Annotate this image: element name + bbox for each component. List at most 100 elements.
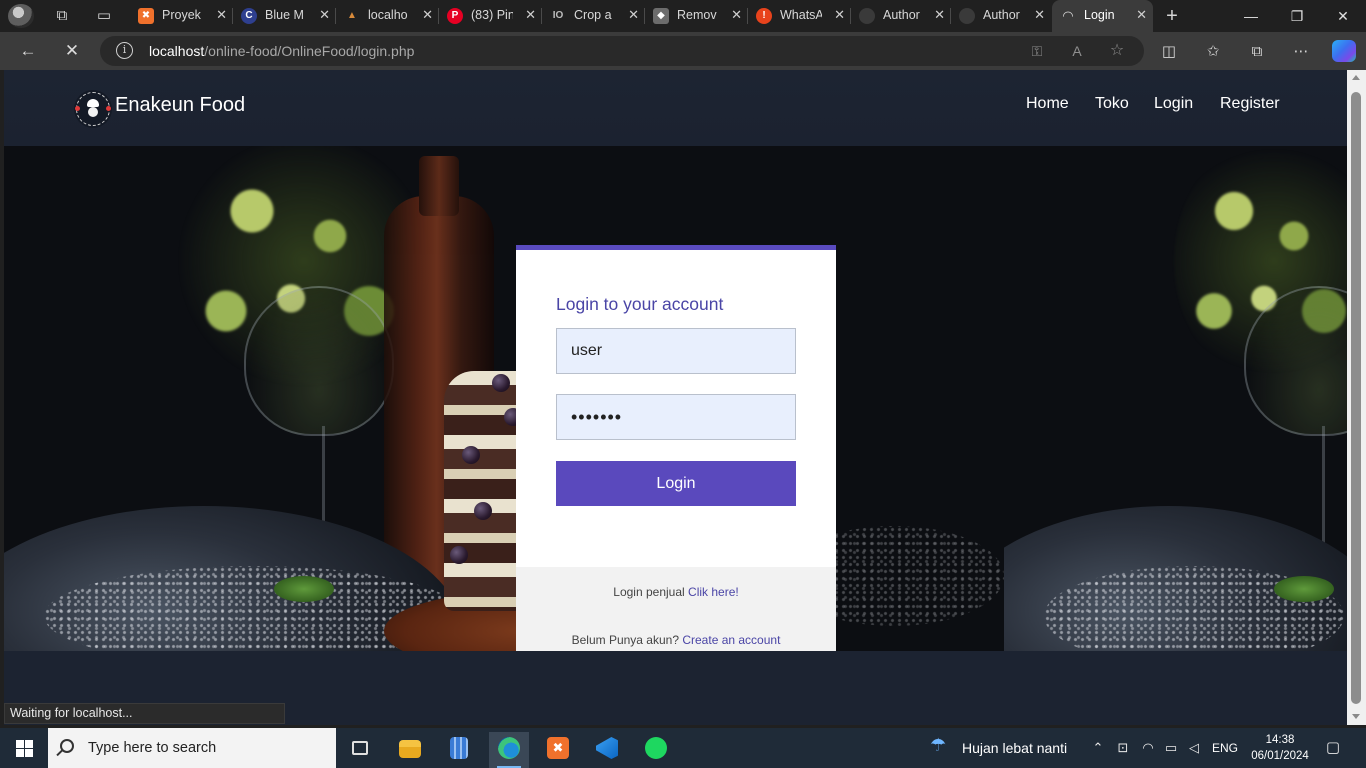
search-icon xyxy=(60,739,74,753)
file-explorer-button[interactable] xyxy=(390,732,430,768)
nav-home[interactable]: Home xyxy=(1026,95,1069,113)
site-logo[interactable] xyxy=(74,90,112,128)
login-button[interactable]: Login xyxy=(556,461,796,506)
favorite-star-icon[interactable]: ☆ xyxy=(1108,42,1126,60)
scroll-down-icon[interactable] xyxy=(1352,714,1360,719)
vscode-icon xyxy=(596,737,618,759)
close-tab-icon[interactable]: ✕ xyxy=(934,7,945,23)
background-photo-repeat xyxy=(1004,146,1347,651)
loading-spinner-icon: ◠ xyxy=(1063,8,1073,23)
close-tab-icon[interactable]: ✕ xyxy=(1136,7,1147,23)
tab-0[interactable]: ✖ Proyek ✕ xyxy=(130,0,233,32)
nav-toko[interactable]: Toko xyxy=(1095,95,1129,113)
tab-title: (83) Pin xyxy=(471,8,513,22)
alert-icon: ! xyxy=(756,8,772,24)
meet-now-icon[interactable]: ⊡ xyxy=(1115,740,1131,756)
close-tab-icon[interactable]: ✕ xyxy=(319,7,330,23)
username-input[interactable] xyxy=(556,328,796,374)
tab-title: localho xyxy=(368,8,408,22)
chef-icon xyxy=(86,99,100,119)
scroll-thumb[interactable] xyxy=(1351,92,1361,704)
tab-title: WhatsA xyxy=(780,8,822,22)
weather-rain-icon[interactable]: ☂ xyxy=(930,736,946,754)
scroll-up-icon[interactable] xyxy=(1352,75,1360,80)
seller-login-link[interactable]: Clik here! xyxy=(688,585,739,599)
close-tab-icon[interactable]: ✕ xyxy=(422,7,433,23)
close-tab-icon[interactable]: ✕ xyxy=(628,7,639,23)
site-brand[interactable]: Enakeun Food xyxy=(115,94,245,117)
close-tab-icon[interactable]: ✕ xyxy=(216,7,227,23)
tab-active[interactable]: ◠ Login ✕ xyxy=(1052,0,1153,32)
calculator-button[interactable] xyxy=(439,732,479,768)
tab-6[interactable]: ! WhatsA ✕ xyxy=(748,0,851,32)
nav-login[interactable]: Login xyxy=(1154,95,1193,113)
url-text[interactable]: localhost/online-food/OnlineFood/login.p… xyxy=(149,43,414,59)
close-tab-icon[interactable]: ✕ xyxy=(1034,7,1045,23)
close-tab-icon[interactable]: ✕ xyxy=(731,7,742,23)
tab-8[interactable]: Author ✕ xyxy=(951,0,1051,32)
clock-time: 14:38 xyxy=(1265,734,1295,746)
xampp-icon: ✖ xyxy=(138,8,154,24)
tab-7[interactable]: Author ✕ xyxy=(851,0,951,32)
nav-register[interactable]: Register xyxy=(1220,95,1280,113)
edge-button[interactable] xyxy=(489,732,529,768)
key-icon[interactable]: ⚿ xyxy=(1028,42,1046,60)
password-input[interactable] xyxy=(556,394,796,440)
taskbar-search[interactable]: Type here to search xyxy=(48,728,336,768)
close-tab-icon[interactable]: ✕ xyxy=(834,7,845,23)
back-button[interactable]: ← xyxy=(16,40,40,62)
tab-title: Author xyxy=(883,8,920,22)
status-bar: Waiting for localhost... xyxy=(4,703,285,724)
site-info-icon[interactable]: i xyxy=(116,42,133,59)
copilot-icon[interactable] xyxy=(1332,40,1356,62)
close-window-button[interactable]: ✕ xyxy=(1320,4,1366,28)
new-tab-button[interactable]: + xyxy=(1162,6,1182,26)
site-header: Enakeun Food Home Toko Login Register xyxy=(4,70,1347,146)
notifications-icon[interactable]: ▢ xyxy=(1325,740,1341,756)
stop-loading-button[interactable]: ✕ xyxy=(60,40,84,62)
split-screen-icon[interactable]: ◫ xyxy=(1158,41,1180,63)
register-line: Belum Punya akun? Create an account xyxy=(516,633,836,647)
language-indicator[interactable]: ENG xyxy=(1212,728,1238,768)
more-menu-icon[interactable]: ⋯ xyxy=(1290,41,1312,63)
windows-start-icon[interactable] xyxy=(16,740,33,757)
profile-avatar[interactable] xyxy=(8,4,34,28)
weather-text[interactable]: Hujan lebat nanti xyxy=(962,728,1067,768)
tab-title: Crop a xyxy=(574,8,612,22)
file-explorer-icon xyxy=(399,740,421,758)
vertical-tabs-icon[interactable]: ▭ xyxy=(94,6,114,26)
tab-2[interactable]: ▲ localho ✕ xyxy=(336,0,439,32)
create-account-link[interactable]: Create an account xyxy=(682,633,780,647)
tab-5[interactable]: ◆ Remov ✕ xyxy=(645,0,748,32)
clock[interactable]: 14:38 06/01/2024 xyxy=(1244,732,1316,764)
collections-icon[interactable]: ⧉ xyxy=(1246,41,1268,63)
spotify-button[interactable] xyxy=(636,732,676,768)
github-icon xyxy=(959,8,975,24)
address-bar[interactable]: i localhost/online-food/OnlineFood/login… xyxy=(100,36,1144,66)
battery-icon[interactable]: ▭ xyxy=(1163,740,1179,756)
task-view-button[interactable] xyxy=(340,732,380,768)
tab-title: Blue M xyxy=(265,8,304,22)
volume-icon[interactable]: ◁ xyxy=(1186,740,1202,756)
tab-title: Remov xyxy=(677,8,717,22)
tab-strip: ⧉ ▭ ✖ Proyek ✕ C Blue M ✕ ▲ localho ✕ P … xyxy=(0,0,1366,32)
wifi-icon[interactable]: ◠ xyxy=(1140,740,1156,756)
minimize-button[interactable]: — xyxy=(1228,4,1274,28)
close-tab-icon[interactable]: ✕ xyxy=(525,7,536,23)
read-aloud-icon[interactable]: A xyxy=(1068,42,1086,60)
tab-title: Proyek xyxy=(162,8,201,22)
chevron-up-icon[interactable]: ⌃ xyxy=(1090,740,1106,756)
vscode-button[interactable] xyxy=(587,732,627,768)
page-scrollbar[interactable] xyxy=(1347,70,1366,725)
github-icon xyxy=(859,8,875,24)
workspaces-icon[interactable]: ⧉ xyxy=(52,6,72,26)
xampp-button[interactable]: ✖ xyxy=(538,732,578,768)
favorites-icon[interactable]: ✩ xyxy=(1202,41,1224,63)
tab-4[interactable]: IO Crop a ✕ xyxy=(542,0,645,32)
tab-3[interactable]: P (83) Pin ✕ xyxy=(439,0,542,32)
hero-background: Login to your account Login Login penjua… xyxy=(4,146,1347,651)
tab-1[interactable]: C Blue M ✕ xyxy=(233,0,336,32)
restore-button[interactable]: ❐ xyxy=(1274,4,1320,28)
search-placeholder: Type here to search xyxy=(88,740,217,756)
canva-icon: C xyxy=(241,8,257,24)
